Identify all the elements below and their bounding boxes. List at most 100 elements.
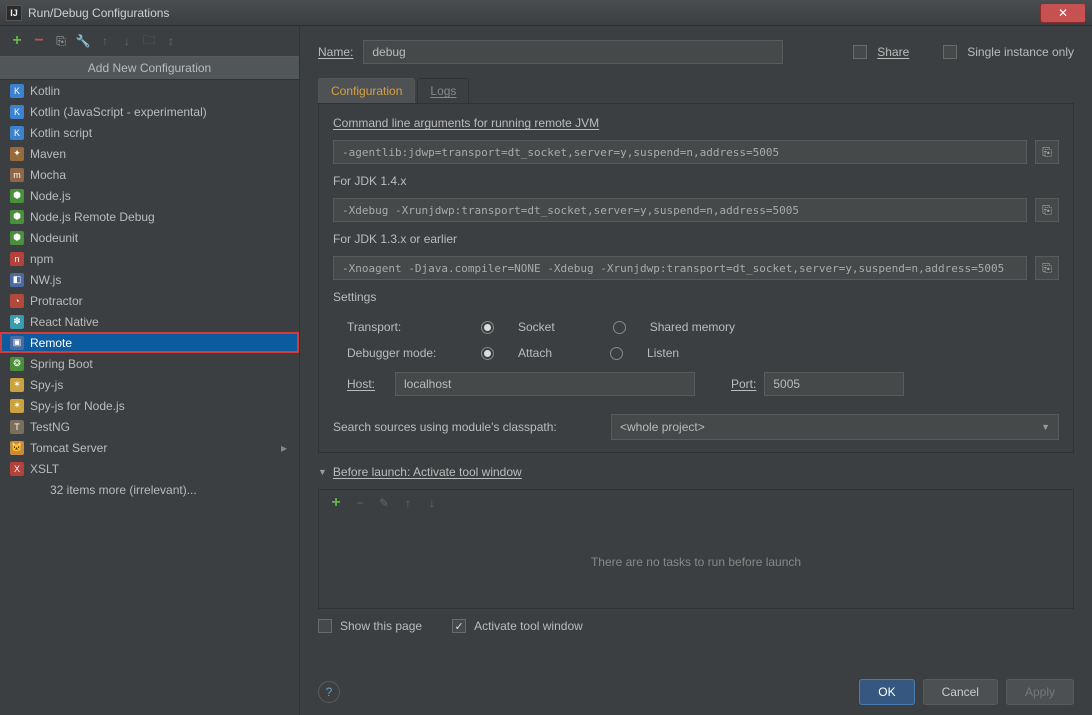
classpath-label: Search sources using module's classpath: <box>333 420 603 434</box>
classpath-select[interactable]: <whole project> ▼ <box>611 414 1059 440</box>
collapse-icon[interactable]: ▼ <box>318 467 327 477</box>
show-this-page-checkbox[interactable] <box>318 619 332 633</box>
config-type-label: XSLT <box>30 462 59 476</box>
cancel-button[interactable]: Cancel <box>923 679 998 705</box>
before-up-icon[interactable]: ↑ <box>401 496 415 510</box>
config-type-label: Nodeunit <box>30 231 78 245</box>
name-label: Name: <box>318 45 353 59</box>
jdk14-field[interactable]: -Xdebug -Xrunjdwp:transport=dt_socket,se… <box>333 198 1027 222</box>
before-launch-box: + − ✎ ↑ ↓ There are no tasks to run befo… <box>318 489 1074 609</box>
tab-bar: Configuration Logs <box>318 78 1074 104</box>
config-type-item[interactable]: ✦ Maven <box>0 143 299 164</box>
config-type-icon: 🐱 <box>10 441 24 455</box>
tab-configuration[interactable]: Configuration <box>318 78 415 103</box>
debugger-listen-radio[interactable] <box>610 347 623 360</box>
config-type-item[interactable]: ◧NW.js <box>0 269 299 290</box>
name-input[interactable] <box>363 40 783 64</box>
config-type-item[interactable]: T TestNG <box>0 416 299 437</box>
transport-shared-label: Shared memory <box>650 320 735 334</box>
activate-tw-checkbox[interactable]: ✓ <box>452 619 466 633</box>
wrench-icon[interactable]: 🔧 <box>76 34 90 48</box>
apply-button[interactable]: Apply <box>1006 679 1074 705</box>
transport-socket-label: Socket <box>518 320 555 334</box>
config-type-icon: K <box>10 126 24 140</box>
cmd-args-field[interactable]: -agentlib:jdwp=transport=dt_socket,serve… <box>333 140 1027 164</box>
cmd-args-label: Command line arguments for running remot… <box>333 116 1059 130</box>
config-type-item[interactable]: 32 items more (irrelevant)... <box>0 479 299 500</box>
config-type-item[interactable]: ◔ Protractor <box>0 290 299 311</box>
config-type-item[interactable]: 🐱Tomcat Server▸ <box>0 437 299 458</box>
close-button[interactable]: ✕ <box>1040 3 1086 23</box>
host-label: Host: <box>347 377 387 391</box>
chevron-down-icon: ▼ <box>1041 422 1050 432</box>
config-type-item[interactable]: KKotlin (JavaScript - experimental) <box>0 101 299 122</box>
config-type-item[interactable]: KKotlin script <box>0 122 299 143</box>
single-instance-label: Single instance only <box>967 45 1074 59</box>
before-launch-title: Before launch: Activate tool window <box>333 465 522 479</box>
host-input[interactable] <box>395 372 695 396</box>
down-icon[interactable]: ↓ <box>120 34 134 48</box>
help-button[interactable]: ? <box>318 681 340 703</box>
config-type-icon: ✦ <box>10 147 24 161</box>
config-type-item[interactable]: ⬢Node.js <box>0 185 299 206</box>
before-edit-icon[interactable]: ✎ <box>377 496 391 510</box>
copy-button-2[interactable]: ⎘ <box>1035 198 1059 222</box>
config-type-label: TestNG <box>30 420 70 434</box>
share-checkbox[interactable] <box>853 45 867 59</box>
add-icon[interactable]: + <box>10 34 24 48</box>
config-type-item[interactable]: ❂Spring Boot <box>0 353 299 374</box>
up-icon[interactable]: ↑ <box>98 34 112 48</box>
before-down-icon[interactable]: ↓ <box>425 496 439 510</box>
config-type-item[interactable]: X XSLT <box>0 458 299 479</box>
config-type-item[interactable]: ▣Remote <box>0 332 299 353</box>
transport-shared-radio[interactable] <box>613 321 626 334</box>
remove-icon[interactable]: − <box>32 34 46 48</box>
config-type-icon: ⬢ <box>10 189 24 203</box>
config-type-label: Spring Boot <box>30 357 93 371</box>
copy-button-3[interactable]: ⎘ <box>1035 256 1059 280</box>
config-type-icon: ◔ <box>10 294 24 308</box>
config-type-label: Spy-js <box>30 378 63 392</box>
transport-socket-radio[interactable] <box>481 321 494 334</box>
config-type-item[interactable]: mMocha <box>0 164 299 185</box>
port-input[interactable] <box>764 372 904 396</box>
config-type-label: 32 items more (irrelevant)... <box>50 483 197 497</box>
copy-button-1[interactable]: ⎘ <box>1035 140 1059 164</box>
config-type-item[interactable]: ✶Spy-js <box>0 374 299 395</box>
config-type-icon: X <box>10 462 24 476</box>
before-remove-icon[interactable]: − <box>353 496 367 510</box>
tab-logs[interactable]: Logs <box>417 78 469 103</box>
left-toolbar: + − ⎘ 🔧 ↑ ↓ 🗀 ↕ <box>0 26 299 56</box>
config-type-item[interactable]: ⬢Nodeunit <box>0 227 299 248</box>
ok-button[interactable]: OK <box>859 679 914 705</box>
config-type-label: Protractor <box>30 294 83 308</box>
config-type-item[interactable]: ✶Spy-js for Node.js <box>0 395 299 416</box>
config-type-icon: ◧ <box>10 273 24 287</box>
config-type-item[interactable]: ✽React Native <box>0 311 299 332</box>
window-title: Run/Debug Configurations <box>28 6 1040 20</box>
single-instance-checkbox[interactable] <box>943 45 957 59</box>
config-type-item[interactable]: ⬢Node.js Remote Debug <box>0 206 299 227</box>
config-type-icon: K <box>10 84 24 98</box>
copy-icon: ⎘ <box>1042 145 1052 160</box>
config-type-list[interactable]: KKotlinKKotlin (JavaScript - experimenta… <box>0 80 299 715</box>
chevron-right-icon: ▸ <box>279 441 289 455</box>
sort-icon[interactable]: ↕ <box>164 34 178 48</box>
before-empty-text: There are no tasks to run before launch <box>319 516 1073 608</box>
before-add-icon[interactable]: + <box>329 496 343 510</box>
app-icon: IJ <box>6 5 22 21</box>
copy-icon[interactable]: ⎘ <box>54 34 68 48</box>
config-type-item[interactable]: nnpm <box>0 248 299 269</box>
debugger-listen-label: Listen <box>647 346 679 360</box>
config-type-label: React Native <box>30 315 99 329</box>
folder-icon[interactable]: 🗀 <box>142 34 156 48</box>
debugger-attach-radio[interactable] <box>481 347 494 360</box>
config-type-label: Maven <box>30 147 66 161</box>
jdk13-label: For JDK 1.3.x or earlier <box>333 232 1059 246</box>
config-type-item[interactable]: KKotlin <box>0 80 299 101</box>
config-type-label: npm <box>30 252 53 266</box>
transport-label: Transport: <box>347 320 457 334</box>
jdk13-field[interactable]: -Xnoagent -Djava.compiler=NONE -Xdebug -… <box>333 256 1027 280</box>
config-type-icon: T <box>10 420 24 434</box>
share-label: Share <box>877 45 909 59</box>
